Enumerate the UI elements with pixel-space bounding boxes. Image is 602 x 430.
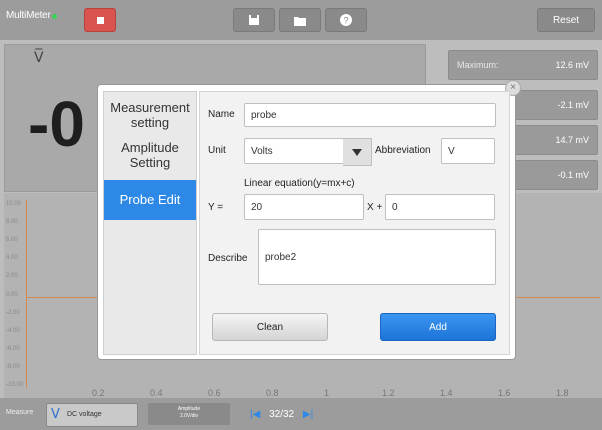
x-tick-label: 1.2 [382, 388, 395, 398]
name-input[interactable]: probe [244, 103, 496, 127]
tab-probe-edit[interactable]: Probe Edit [104, 180, 196, 220]
unit-symbol: V̅ [34, 50, 44, 66]
x-tick-label: 0.8 [266, 388, 279, 398]
abbreviation-input[interactable]: V [441, 138, 495, 164]
unit-dropdown-button[interactable] [343, 138, 372, 166]
folder-icon [294, 16, 306, 26]
equation-label: Linear equation(y=mx+c) [244, 178, 355, 189]
clean-button[interactable]: Clean [212, 313, 328, 341]
slope-input[interactable]: 20 [244, 194, 364, 220]
y-tick-label: 8.00 [6, 219, 18, 226]
y-equals-label: Y = [208, 202, 224, 213]
settings-sidebar: Measurement setting Amplitude Setting Pr… [103, 91, 197, 355]
x-plus-label: X + [367, 202, 383, 213]
svg-text:?: ? [344, 16, 349, 26]
measure-select[interactable]: V DC voltage [46, 403, 138, 427]
chevron-down-icon [352, 148, 362, 156]
tab-amplitude-setting[interactable]: Amplitude Setting [104, 140, 196, 174]
y-tick-label: 0.00 [6, 291, 18, 298]
offset-input[interactable]: 0 [385, 194, 495, 220]
y-tick-label: -10.00 [6, 382, 24, 388]
y-tick-label: 2.00 [6, 273, 18, 280]
y-tick-label: -4.00 [6, 327, 20, 334]
y-tick-label: -2.00 [6, 309, 20, 316]
status-dot [51, 14, 57, 19]
page-indicator: 32/32 [269, 409, 295, 420]
main-reading: -0 [28, 88, 85, 160]
x-tick-label: 0.6 [208, 388, 221, 398]
stop-button[interactable] [84, 8, 116, 32]
stat-maximum: Maximum: 12.6 mV [448, 50, 598, 80]
measure-label: Measure [6, 409, 34, 416]
describe-textarea[interactable]: probe2 [258, 229, 496, 285]
prev-page-icon[interactable]: |◀ [250, 409, 260, 420]
add-button[interactable]: Add [380, 313, 496, 341]
name-label: Name [208, 109, 235, 120]
y-tick-label: -8.00 [6, 363, 20, 370]
unit-select[interactable]: Volts [244, 138, 344, 164]
tab-measurement-setting[interactable]: Measurement setting [104, 100, 196, 134]
x-tick-label: 1 [324, 388, 330, 398]
x-tick-label: 1.4 [440, 388, 453, 398]
folder-button[interactable] [279, 8, 321, 32]
pager: |◀ 32/32 ▶| [250, 409, 313, 420]
next-page-icon[interactable]: ▶| [303, 409, 313, 420]
save-button[interactable] [233, 8, 275, 32]
save-icon [249, 15, 259, 25]
voltage-icon: V [51, 407, 60, 422]
x-tick-label: 1.6 [498, 388, 511, 398]
help-button[interactable]: ? [325, 8, 367, 32]
y-tick-label: 6.00 [6, 237, 18, 244]
reset-button[interactable]: Reset [537, 8, 595, 32]
help-icon: ? [340, 14, 352, 26]
y-axis [26, 200, 27, 388]
amplitude-button[interactable]: Amplitude 2.0V/div [148, 403, 230, 425]
describe-label: Describe [208, 253, 248, 264]
x-tick-label: 1.8 [556, 388, 569, 398]
y-tick-label: -6.00 [6, 345, 20, 352]
x-tick-label: 0.4 [150, 388, 163, 398]
x-tick-label: 0.2 [92, 388, 105, 398]
abbreviation-label: Abbreviation [375, 145, 431, 156]
stop-icon [96, 16, 104, 24]
unit-label: Unit [208, 145, 226, 156]
y-tick-label: 10.00 [6, 201, 22, 207]
app-title: MultiMeter [6, 10, 57, 21]
y-tick-label: 4.00 [6, 255, 18, 262]
